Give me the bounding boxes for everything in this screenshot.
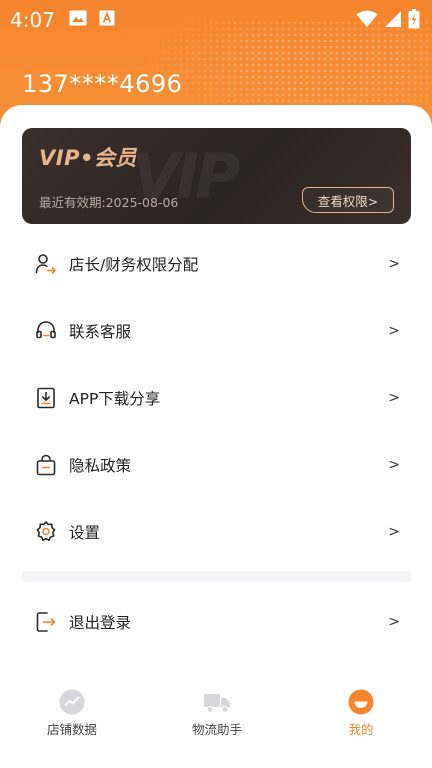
bottom-navigation: 店铺数据 物流助手 我的 — [0, 678, 432, 768]
status-bar: 4:07 — [0, 0, 432, 40]
wifi-icon — [356, 10, 378, 32]
menu-item-label: 隐私政策 — [69, 456, 132, 475]
gallery-notification-icon — [69, 10, 87, 30]
chevron-right-icon: > — [388, 613, 400, 630]
user-phone-number: 137****4696 — [22, 70, 183, 98]
menu-item-logout[interactable]: 退出登录 > — [0, 588, 432, 655]
chevron-right-icon: > — [388, 322, 400, 339]
nav-label: 店铺数据 — [46, 722, 97, 737]
menu-item-privacy-policy[interactable]: 隐私政策 > — [0, 431, 432, 498]
menu-item-label: 店长/财务权限分配 — [69, 255, 199, 274]
nav-label: 物流助手 — [191, 722, 242, 737]
vip-title: VIP•会员 — [39, 146, 137, 170]
logout-icon — [34, 610, 58, 634]
menu-item-settings[interactable]: 设置 > — [0, 498, 432, 565]
chevron-right-icon: > — [388, 255, 400, 272]
menu-item-label: 联系客服 — [69, 322, 132, 341]
chevron-right-icon: > — [388, 523, 400, 540]
font-notification-icon — [99, 10, 115, 30]
chevron-right-icon: > — [388, 389, 400, 406]
menu-item-label: APP下载分享 — [69, 389, 161, 408]
menu-item-label: 退出登录 — [69, 613, 132, 632]
view-permissions-button[interactable]: 查看权限> — [302, 187, 394, 213]
profile-icon — [347, 688, 375, 716]
truck-icon — [203, 688, 231, 716]
vip-card[interactable]: VIP VIP•会员 最近有效期:2025-08-06 查看权限> — [22, 128, 411, 224]
status-time: 4:07 — [10, 8, 55, 32]
nav-tab-mine[interactable]: 我的 — [306, 688, 416, 738]
menu-item-customer-service[interactable]: 联系客服 > — [0, 297, 432, 364]
store-data-icon — [58, 688, 86, 716]
vip-expiry: 最近有效期:2025-08-06 — [39, 192, 178, 211]
vip-expiry-label: 最近有效期: — [39, 195, 106, 210]
battery-icon — [408, 9, 420, 33]
headset-icon — [34, 319, 58, 343]
download-share-icon — [34, 386, 58, 410]
menu-item-app-download-share[interactable]: APP下载分享 > — [0, 364, 432, 431]
privacy-bag-icon — [34, 453, 58, 477]
menu-item-label: 设置 — [69, 523, 101, 542]
nav-label: 我的 — [348, 722, 374, 737]
chevron-right-icon: > — [388, 456, 400, 473]
signal-icon — [384, 10, 402, 32]
nav-tab-store-data[interactable]: 店铺数据 — [17, 688, 127, 738]
section-divider — [22, 571, 411, 582]
user-transfer-icon — [34, 252, 58, 276]
gear-icon — [34, 520, 58, 544]
vip-expiry-date: 2025-08-06 — [105, 195, 179, 210]
menu-item-permission-assign[interactable]: 店长/财务权限分配 > — [0, 230, 432, 297]
nav-tab-logistics[interactable]: 物流助手 — [162, 688, 272, 738]
